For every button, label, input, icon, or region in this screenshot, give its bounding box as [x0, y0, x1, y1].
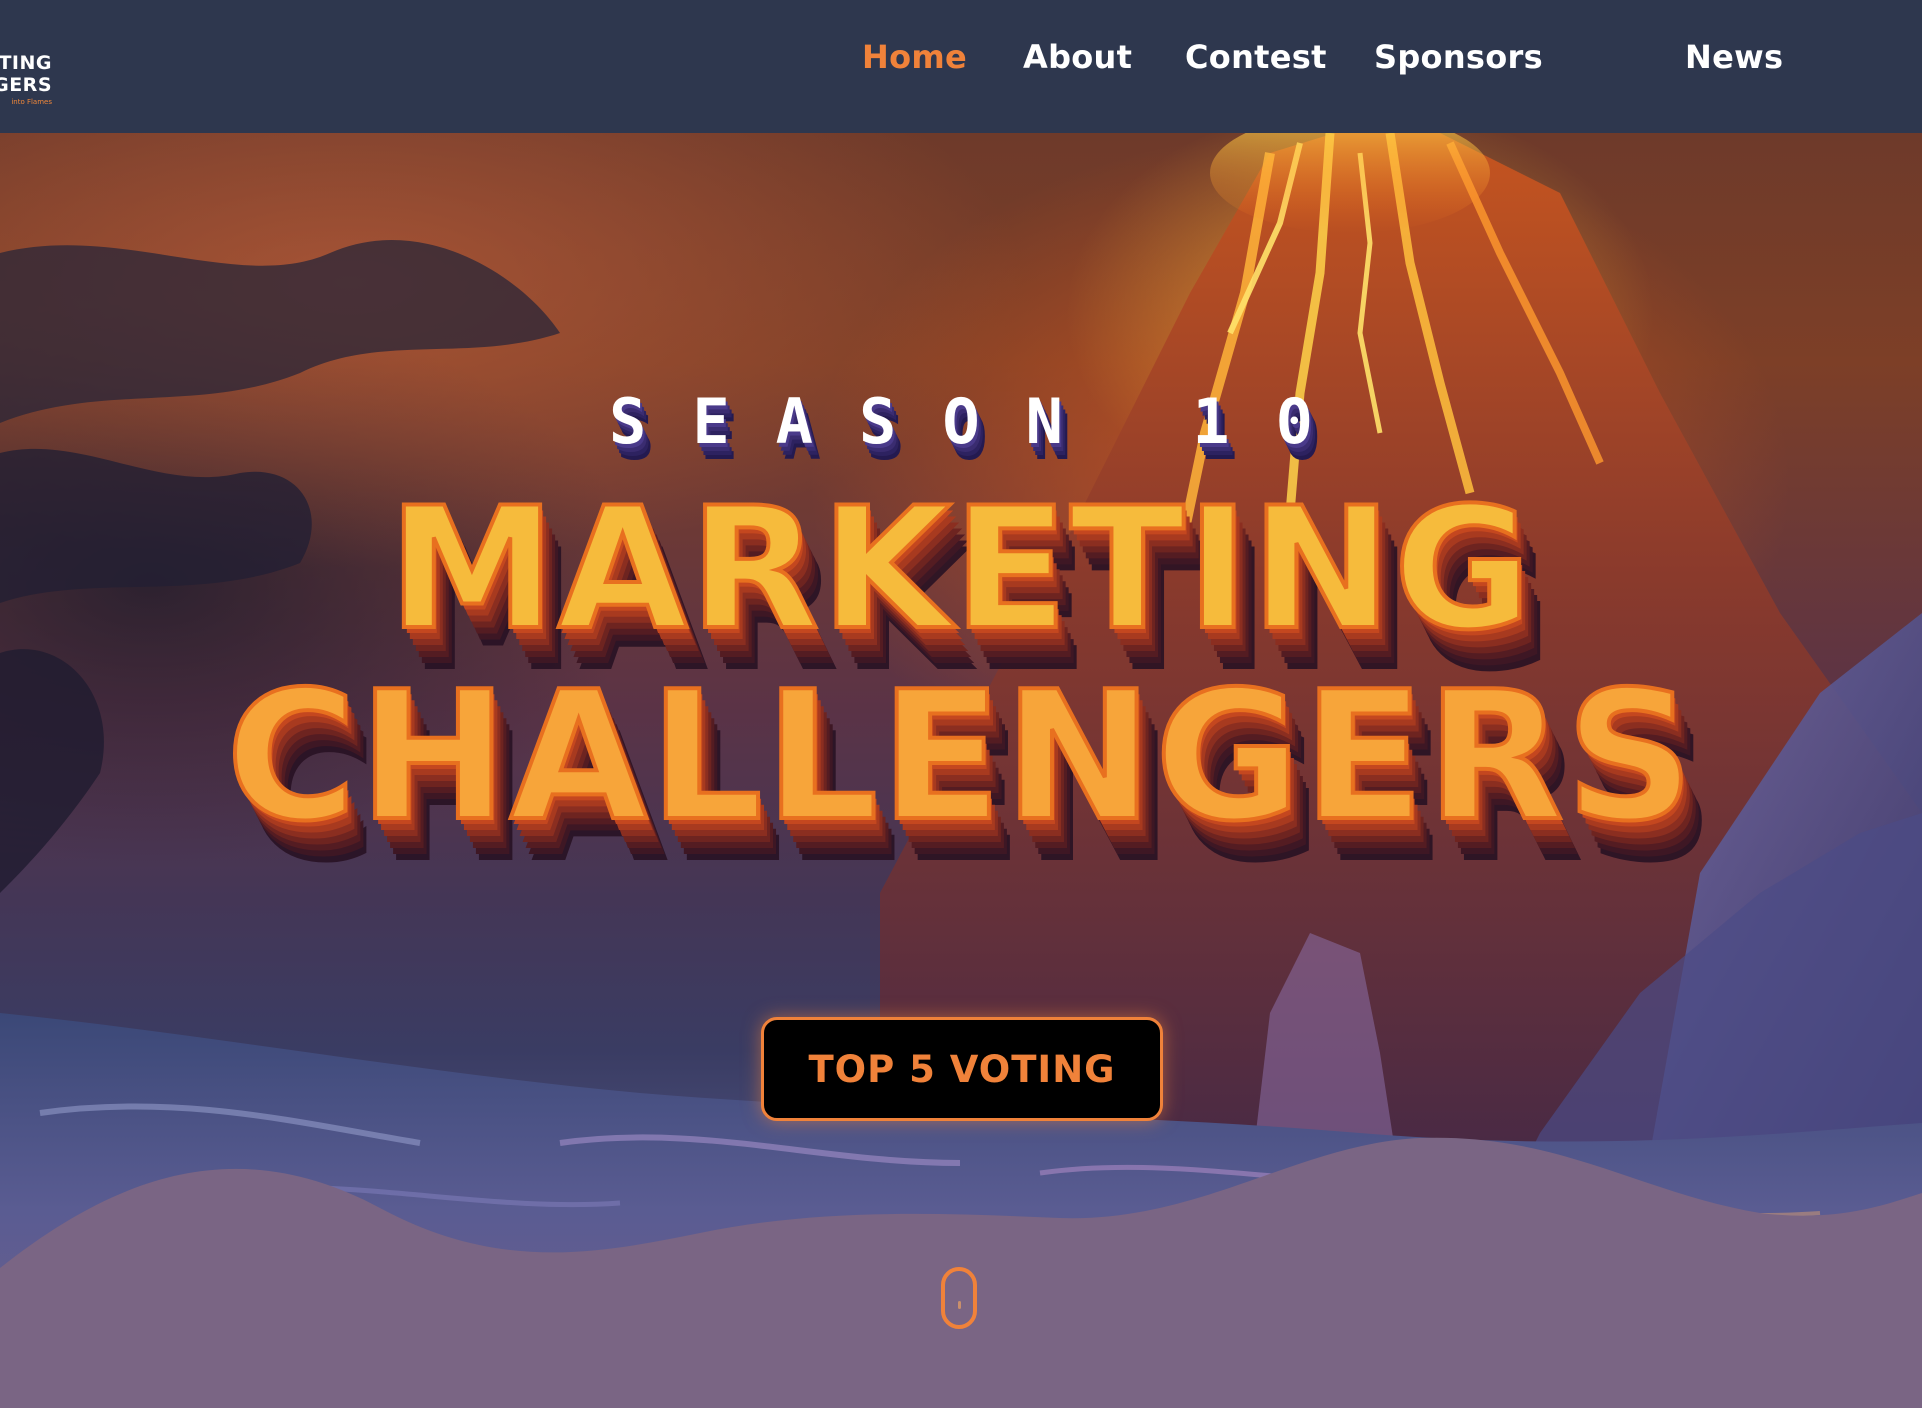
- top5-voting-button[interactable]: TOP 5 VOTING: [761, 1017, 1163, 1121]
- logo-text-line1: TING: [0, 52, 52, 74]
- site-header: TING GERS into Flames Home About Contest…: [0, 0, 1922, 133]
- season-heading: SEASON 10: [609, 385, 1359, 458]
- page: TING GERS into Flames Home About Contest…: [0, 0, 1922, 1408]
- logo-tagline: into Flames: [11, 98, 52, 106]
- mouse-wheel-icon: [957, 1301, 961, 1309]
- site-logo[interactable]: TING GERS into Flames: [0, 52, 60, 112]
- hero-title-line2: CHALLENGERS: [224, 653, 1696, 860]
- nav-item-sponsors[interactable]: Sponsors: [1374, 38, 1543, 76]
- nav-item-home[interactable]: Home: [862, 38, 967, 76]
- nav-item-news[interactable]: News: [1685, 38, 1783, 76]
- hero-section: SEASON 10 MARKETING CHALLENGERS TOP 5 VO…: [0, 133, 1922, 1408]
- mouse-scroll-icon[interactable]: [941, 1267, 977, 1329]
- nav-item-about[interactable]: About: [1023, 38, 1132, 76]
- nav-item-contest[interactable]: Contest: [1185, 38, 1327, 76]
- logo-text-line2: GERS: [0, 74, 52, 96]
- hero-title-line1: MARKETING: [386, 471, 1534, 667]
